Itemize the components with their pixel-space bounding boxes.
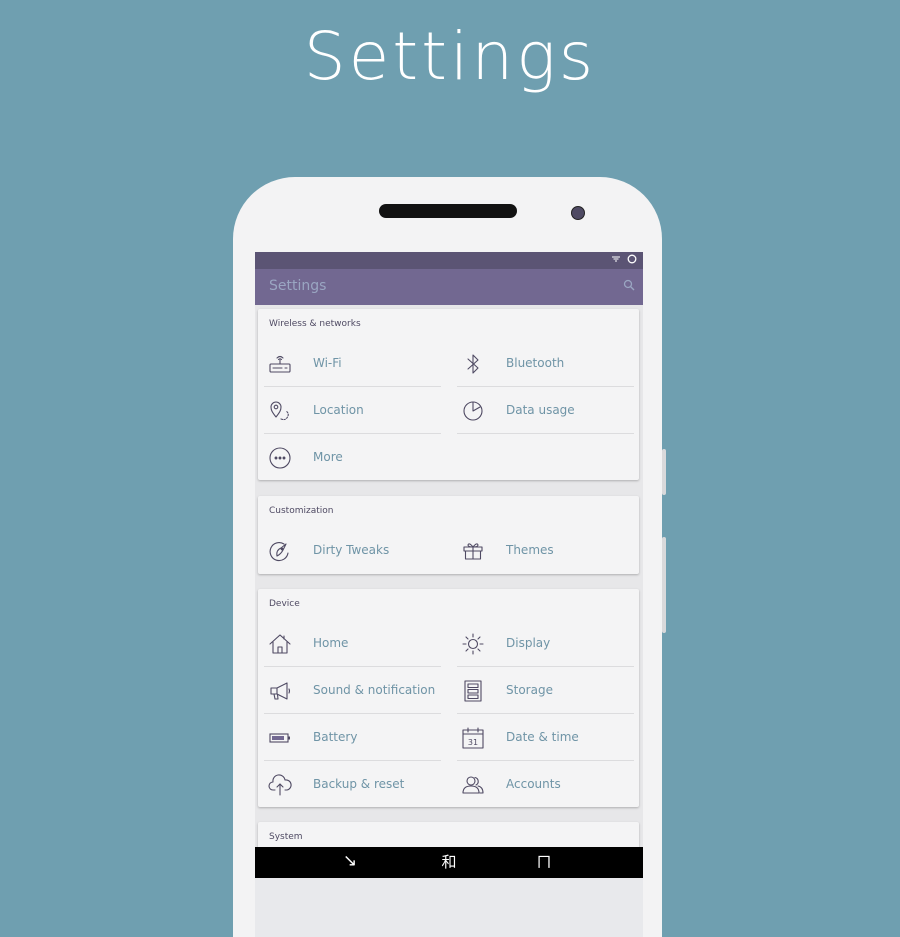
- settings-item-label: Themes: [506, 543, 554, 557]
- settings-item-home[interactable]: Home: [258, 620, 441, 667]
- settings-item-label: Battery: [313, 730, 358, 744]
- section-title-wireless: Wireless & networks: [269, 319, 361, 329]
- phone-camera: [571, 206, 585, 220]
- section-title-device: Device: [269, 599, 300, 609]
- settings-item-location[interactable]: Location: [258, 387, 441, 434]
- settings-item-label: Wi-Fi: [313, 356, 342, 370]
- nav-back-button[interactable]: ↘: [337, 851, 363, 873]
- storage-icon: [461, 679, 485, 703]
- settings-item-themes[interactable]: Themes: [451, 527, 634, 574]
- recents-icon: ㄇ: [536, 853, 552, 871]
- home-icon: [268, 632, 292, 656]
- settings-item-battery[interactable]: Battery: [258, 714, 441, 761]
- phone-frame: Settings Wireless & networks Wi-Fi Bluet…: [233, 177, 666, 937]
- themes-gift-icon: [461, 539, 485, 563]
- search-icon: [623, 279, 635, 291]
- signal-ring-icon: [627, 254, 637, 264]
- settings-item-label: Dirty Tweaks: [313, 543, 390, 557]
- volume-button: [662, 449, 666, 495]
- settings-item-label: Data usage: [506, 403, 575, 417]
- settings-item-bluetooth[interactable]: Bluetooth: [451, 340, 634, 387]
- customization-card: Customization Dirty Tweaks Themes: [258, 496, 639, 574]
- status-bar: [255, 252, 643, 269]
- app-bar-title: Settings: [269, 278, 327, 294]
- location-icon: [268, 399, 292, 423]
- settings-item-more[interactable]: More: [258, 434, 441, 481]
- settings-item-display[interactable]: Display: [451, 620, 634, 667]
- settings-item-label: Accounts: [506, 777, 561, 791]
- nav-home-button[interactable]: 和: [436, 851, 462, 873]
- settings-item-accounts[interactable]: Accounts: [451, 761, 634, 808]
- settings-item-label: Bluetooth: [506, 356, 565, 370]
- battery-icon: [268, 726, 292, 750]
- nav-recents-button[interactable]: ㄇ: [531, 851, 557, 873]
- backup-cloud-icon: [268, 773, 292, 797]
- settings-item-label: Home: [313, 636, 349, 650]
- settings-item-label: Location: [313, 403, 364, 417]
- screen-bottom-area: [255, 878, 643, 937]
- phone-screen: Settings Wireless & networks Wi-Fi Bluet…: [255, 252, 643, 937]
- wifi-router-icon: [268, 352, 292, 376]
- page-heading: Settings: [303, 18, 597, 95]
- settings-item-sound-notification[interactable]: Sound & notification: [258, 667, 441, 714]
- calendar-day: 31: [468, 738, 478, 747]
- navigation-bar: ↘ 和 ㄇ: [255, 847, 643, 878]
- settings-item-label: Date & time: [506, 730, 579, 744]
- settings-item-backup-reset[interactable]: Backup & reset: [258, 761, 441, 808]
- bluetooth-icon: [461, 352, 485, 376]
- search-button[interactable]: [623, 279, 635, 291]
- sound-megaphone-icon: [268, 679, 292, 703]
- settings-item-label: More: [313, 450, 343, 464]
- device-card: Device Home Display Sound & notification: [258, 589, 639, 807]
- calendar-icon: 31: [461, 726, 485, 750]
- app-bar: Settings: [255, 269, 643, 305]
- settings-item-label: Sound & notification: [313, 683, 436, 697]
- power-button: [662, 537, 666, 633]
- accounts-icon: [461, 773, 485, 797]
- settings-item-label: Storage: [506, 683, 553, 697]
- settings-item-dirty-tweaks[interactable]: Dirty Tweaks: [258, 527, 441, 574]
- wireless-networks-card: Wireless & networks Wi-Fi Bluetooth Loca…: [258, 309, 639, 480]
- settings-item-wifi[interactable]: Wi-Fi: [258, 340, 441, 387]
- dirty-tweaks-icon: [268, 539, 292, 563]
- section-title-customization: Customization: [269, 506, 334, 516]
- wifi-status-icon: [611, 254, 621, 264]
- settings-item-label: Display: [506, 636, 551, 650]
- section-title-system: System: [269, 832, 303, 842]
- phone-speaker: [379, 204, 517, 218]
- data-usage-icon: [461, 399, 485, 423]
- display-sun-icon: [461, 632, 485, 656]
- settings-item-storage[interactable]: Storage: [451, 667, 634, 714]
- settings-item-label: Backup & reset: [313, 777, 405, 791]
- more-icon: [268, 446, 292, 470]
- settings-item-date-time[interactable]: 31 Date & time: [451, 714, 634, 761]
- home-glyph-icon: 和: [441, 853, 457, 871]
- settings-item-data-usage[interactable]: Data usage: [451, 387, 634, 434]
- back-icon: ↘: [342, 851, 358, 871]
